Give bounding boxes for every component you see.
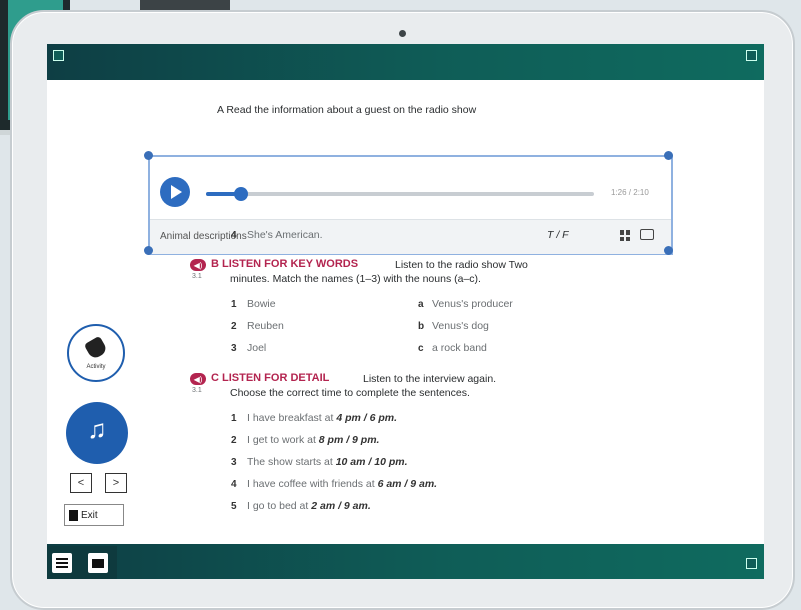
dock xyxy=(47,546,117,579)
match-noun: Venus's producer xyxy=(432,298,513,310)
presentation-button[interactable] xyxy=(88,553,108,573)
sentence-text: The show starts at xyxy=(247,456,336,468)
sentence-text: I go to bed at xyxy=(247,500,312,512)
sentence-text: I get to work at xyxy=(247,434,319,446)
sentence-text: I have coffee with friends at xyxy=(247,478,378,490)
tablet-screen: A Read the information about a guest on … xyxy=(47,44,764,579)
exercise-c-instruction: Listen to the interview again. xyxy=(363,373,497,385)
match-noun: Venus's dog xyxy=(432,320,489,332)
item-number: 3 xyxy=(231,457,237,468)
time-choice[interactable]: 6 am / 9 am. xyxy=(378,478,438,490)
exercise-b-heading: B LISTEN FOR KEY WORDS xyxy=(211,258,359,270)
corner-marker-icon xyxy=(746,50,757,61)
time-choice[interactable]: 8 pm / 9 pm. xyxy=(319,434,380,446)
audio-progress-knob[interactable] xyxy=(233,187,248,201)
transcript-grid-icon[interactable] xyxy=(620,230,631,241)
track-number: 3.1 xyxy=(192,273,202,280)
music-button[interactable]: ♫ xyxy=(66,402,128,464)
sentence: I go to bed at 2 am / 9 am. xyxy=(247,500,371,512)
sentence: I have breakfast at 4 pm / 6 pm. xyxy=(247,412,397,424)
exercise-b-instruction: minutes. Match the names (1–3) with the … xyxy=(230,273,481,285)
item-number: 5 xyxy=(231,501,237,512)
match-noun: a rock band xyxy=(432,342,487,354)
top-bar xyxy=(47,44,764,80)
item-number: 2 xyxy=(231,435,237,446)
corner-marker-icon xyxy=(53,50,64,61)
track-number: 3.1 xyxy=(192,387,202,394)
activity-button[interactable]: Activity xyxy=(67,324,125,382)
item-letter: c xyxy=(418,343,424,354)
play-button[interactable] xyxy=(160,177,190,207)
sentence: I have coffee with friends at 6 am / 9 a… xyxy=(247,478,437,490)
item-number: 3 xyxy=(231,343,237,354)
item-number: 2 xyxy=(231,321,237,332)
time-choice[interactable]: 10 am / 10 pm. xyxy=(336,456,408,468)
item-number: 1 xyxy=(231,299,237,310)
exit-button[interactable]: Exit xyxy=(64,504,124,526)
exit-label: Exit xyxy=(81,509,98,521)
exercise-c-instruction: Choose the correct time to complete the … xyxy=(230,387,470,399)
menu-button[interactable] xyxy=(52,553,72,573)
menu-icon xyxy=(56,558,68,568)
resize-handle[interactable] xyxy=(664,246,673,255)
item-number: 1 xyxy=(231,413,237,424)
previous-page-button[interactable]: < xyxy=(70,473,92,493)
item-letter: b xyxy=(418,321,425,332)
exercise-b-instruction: Listen to the radio show Two xyxy=(395,259,528,271)
next-page-button[interactable]: > xyxy=(105,473,127,493)
time-choice[interactable]: 2 am / 9 am. xyxy=(311,500,371,512)
camera-icon xyxy=(399,30,406,37)
true-false-choice[interactable]: T / F xyxy=(547,229,569,241)
resize-handle[interactable] xyxy=(144,151,153,160)
audio-time: 1:26 / 2:10 xyxy=(611,188,649,197)
exercise-c-heading: C LISTEN FOR DETAIL xyxy=(211,372,330,384)
hand-pointer-icon xyxy=(83,335,109,361)
sentence: I get to work at 8 pm / 9 pm. xyxy=(247,434,379,446)
sentence-text: I have breakfast at xyxy=(247,412,337,424)
audio-player[interactable]: 1:26 / 2:10 Animal descriptions xyxy=(144,151,673,255)
audio-progress-track[interactable] xyxy=(206,187,594,201)
item-number: 4 xyxy=(231,230,237,241)
monitor-icon xyxy=(92,558,104,568)
match-name: Joel xyxy=(247,342,267,354)
sentence: The show starts at 10 am / 10 pm. xyxy=(247,456,408,468)
music-note-icon: ♫ xyxy=(87,414,107,444)
speaker-icon[interactable]: ◀) xyxy=(190,259,206,271)
item-number: 4 xyxy=(231,479,237,490)
exercise-a-item-4: She's American. xyxy=(247,229,323,241)
time-choice[interactable]: 4 pm / 6 pm. xyxy=(336,412,397,424)
coursebook-page: A Read the information about a guest on … xyxy=(47,80,764,544)
speaker-icon[interactable]: ◀) xyxy=(190,373,206,385)
match-name: Reuben xyxy=(247,320,284,332)
resize-handle[interactable] xyxy=(664,151,673,160)
item-letter: a xyxy=(418,299,424,310)
exit-icon xyxy=(69,509,78,521)
bottom-bar xyxy=(47,544,764,579)
match-name: Bowie xyxy=(247,298,276,310)
activity-label: Activity xyxy=(86,364,106,370)
subtitles-icon[interactable] xyxy=(640,229,654,240)
exercise-a-heading: A Read the information about a guest on … xyxy=(217,104,477,116)
resize-handle[interactable] xyxy=(144,246,153,255)
corner-marker-icon xyxy=(746,558,757,569)
